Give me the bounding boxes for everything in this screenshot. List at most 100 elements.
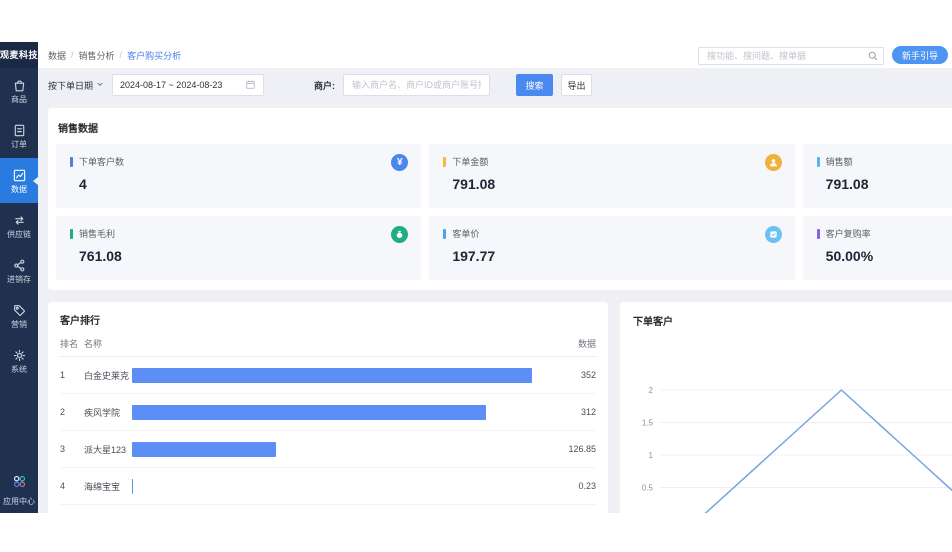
sidebar-item-app-center[interactable]: 应用中心 (0, 474, 38, 513)
order-icon (12, 123, 27, 138)
ranking-bar (132, 442, 276, 457)
global-search (698, 46, 884, 64)
sidebar-item-商品[interactable]: 商品 (0, 68, 38, 113)
sidebar-item-供应链[interactable]: 供应链 (0, 203, 38, 248)
data-chart-icon (12, 168, 27, 183)
kpi-value: 4 (79, 176, 407, 192)
check-badge-icon (765, 226, 782, 243)
kpi-card-header: 客户复购率 (817, 227, 952, 240)
app-center-icon (12, 474, 27, 494)
table-row: 3派大星123126.85 (60, 431, 596, 468)
sidebar-item-label: 订单 (11, 140, 27, 149)
sidebar-item-label: 数据 (11, 185, 27, 194)
sidebar: 观麦科技 商品订单数据供应链进销存营销系统 应用中心 (0, 42, 38, 513)
bag-icon (12, 78, 27, 93)
kpi-label: 下单客户数 (79, 155, 124, 168)
kpi-label: 销售额 (826, 155, 853, 168)
filter-bar: 按下单日期 2024-08-17 ~ 2024-08-23 商户: 搜索 (48, 74, 952, 96)
kpi-card-header: 客单价 (443, 227, 780, 240)
search-button[interactable]: 搜索 (516, 74, 553, 96)
ranking-bar (132, 405, 486, 420)
date-range-input[interactable]: 2024-08-17 ~ 2024-08-23 (112, 74, 264, 96)
table-row: 2疾风学院312 (60, 394, 596, 431)
bar-cell (132, 405, 532, 420)
kpi-card-客户复购率: 客户复购率 50.00% (803, 216, 952, 280)
beginner-guide-button[interactable]: 新手引导 (892, 46, 948, 64)
value-cell: 352 (542, 370, 596, 380)
orders-chart-title: 下单客户 (633, 313, 952, 328)
kpi-accent-bar (70, 229, 73, 239)
bottom-row: 客户排行 排名名称数据 1白金史莱克3522疾风学院3123派大星123126.… (48, 302, 952, 513)
marketing-icon (12, 303, 27, 318)
ranking-column-header: 排名 (60, 337, 84, 350)
brand-logo: 观麦科技 (0, 42, 38, 68)
topbar-right: 新手引导 (698, 46, 948, 64)
ranking-column-header: 数据 (542, 337, 596, 350)
kpi-value: 50.00% (826, 248, 952, 264)
kpi-label: 客单价 (452, 227, 479, 240)
kpi-label: 销售毛利 (79, 227, 115, 240)
date-range-value: 2024-08-17 ~ 2024-08-23 (120, 80, 222, 90)
customer-icon (765, 154, 782, 171)
sidebar-item-数据[interactable]: 数据 (0, 158, 38, 203)
kpi-label: 客户复购率 (826, 227, 871, 240)
line-chart-svg: 21.510.502024-08-172024-08-182024-08-192… (620, 336, 952, 513)
inventory-icon (12, 258, 27, 273)
sales-panel-title: 销售数据 (58, 120, 952, 135)
export-button[interactable]: 导出 (561, 74, 592, 96)
rank-cell: 4 (60, 481, 84, 491)
merchant-search-input[interactable] (343, 74, 490, 96)
ranking-table-body: 1白金史莱克3522疾风学院3123派大星123126.854海绵宝宝0.23 (60, 357, 596, 505)
table-row: 1白金史莱克 352 (60, 357, 596, 394)
kpi-value: 791.08 (452, 176, 780, 192)
rank-cell: 2 (60, 407, 84, 417)
sidebar-item-label: 商品 (11, 95, 27, 104)
ranking-panel-title: 客户排行 (60, 312, 596, 327)
calendar-icon (245, 79, 256, 92)
name-cell: 白金史莱克 (84, 369, 132, 382)
screenshot-canvas: 观麦科技 商品订单数据供应链进销存营销系统 应用中心 数据/销售分析/客户购买分… (0, 0, 952, 552)
svg-text:1: 1 (649, 451, 654, 460)
name-cell: 派大星123 (84, 443, 132, 456)
sidebar-item-订单[interactable]: 订单 (0, 113, 38, 158)
value-cell: 126.85 (542, 444, 596, 454)
supply-chain-icon (12, 213, 27, 228)
kpi-value: 197.77 (452, 248, 780, 264)
sidebar-item-系统[interactable]: 系统 (0, 338, 38, 383)
kpi-value: 761.08 (79, 248, 407, 264)
date-type-dropdown[interactable]: 按下单日期 (48, 79, 104, 92)
kpi-accent-bar (443, 229, 446, 239)
global-search-input[interactable] (698, 47, 884, 65)
rank-cell: 1 (60, 370, 84, 380)
sidebar-item-营销[interactable]: 营销 (0, 293, 38, 338)
topbar: 数据/销售分析/客户购买分析 新手引导 (38, 42, 952, 68)
kpi-value: 791.08 (826, 176, 952, 192)
breadcrumb-item[interactable]: 数据 (48, 49, 66, 62)
main-content: 按下单日期 2024-08-17 ~ 2024-08-23 商户: 搜索 (38, 68, 952, 513)
orders-chart-panel: 下单客户 21.510.502024-08-172024-08-182024-0… (620, 302, 952, 513)
kpi-accent-bar (817, 157, 820, 167)
bar-cell (132, 442, 532, 457)
ranking-bar (132, 368, 532, 383)
breadcrumb-item[interactable]: 销售分析 (79, 49, 115, 62)
kpi-card-header: 下单金额 (443, 155, 780, 168)
kpi-card-客单价: 客单价 197.77 (429, 216, 794, 280)
sidebar-item-label: 应用中心 (3, 496, 35, 507)
ranking-table-header: 排名名称 数据 (60, 331, 596, 357)
breadcrumb-item[interactable]: 客户购买分析 (127, 49, 181, 62)
bar-cell (132, 368, 532, 383)
moneybag-icon (391, 226, 408, 243)
sidebar-item-进销存[interactable]: 进销存 (0, 248, 38, 293)
search-icon (867, 49, 879, 67)
kpi-accent-bar (70, 157, 73, 167)
ranking-column-header: 名称 (84, 337, 132, 350)
sidebar-item-label: 供应链 (7, 230, 31, 239)
merchant-label: 商户: (314, 79, 335, 92)
kpi-card-header: 销售额 (817, 155, 952, 168)
kpi-card-销售毛利: 销售毛利 761.08 (56, 216, 421, 280)
yen-icon: ¥ (391, 154, 408, 171)
kpi-accent-bar (817, 229, 820, 239)
sales-data-panel: 销售数据 下单客户数 4 ¥ 下单金额 791.08 销售额 791.08 销售毛利 761.0… (48, 108, 952, 290)
bar-cell (132, 479, 532, 494)
kpi-cards: 下单客户数 4 ¥ 下单金额 791.08 销售额 791.08 销售毛利 761.08 客单价 1… (56, 144, 952, 280)
